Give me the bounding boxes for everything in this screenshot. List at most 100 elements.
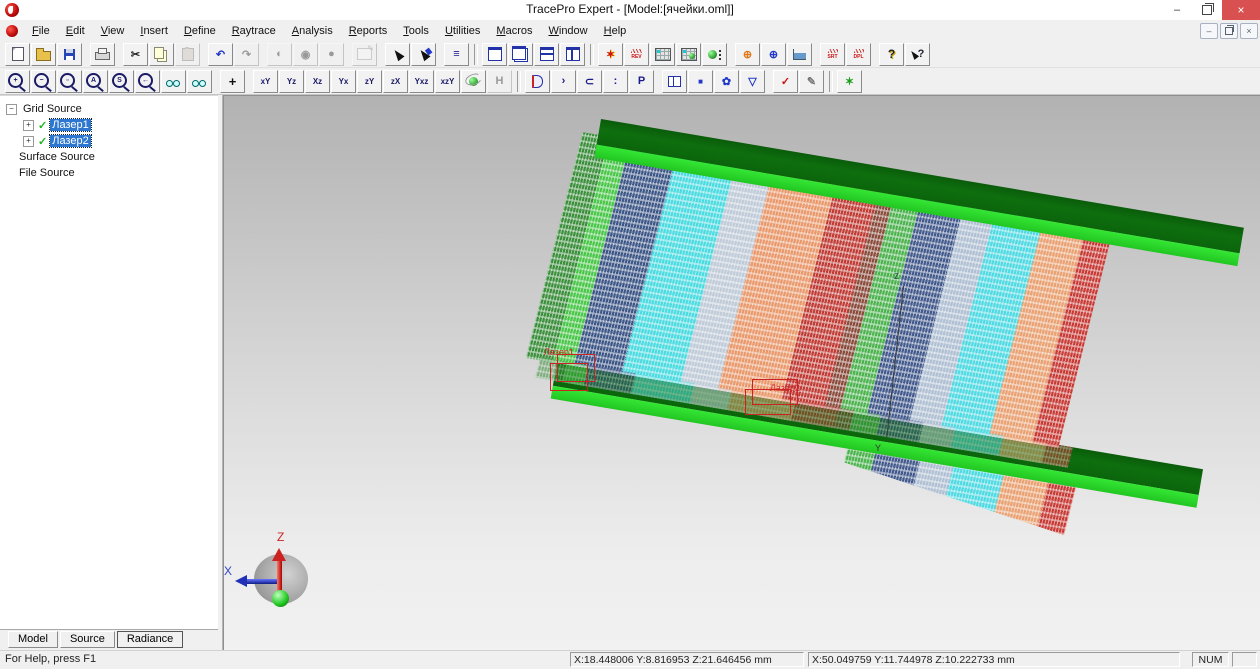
menu-raytrace[interactable]: Raytrace: [224, 23, 284, 39]
redo-button[interactable]: ↷: [234, 43, 259, 66]
render-cone-button[interactable]: ▽: [740, 70, 765, 93]
view-zy-button[interactable]: zY: [357, 70, 382, 93]
mirror-element-button[interactable]: ◉: [293, 43, 318, 66]
restore-button[interactable]: [1192, 0, 1222, 20]
cut-button[interactable]: ✂: [123, 43, 148, 66]
candela-plot-button[interactable]: ⊕: [735, 43, 760, 66]
zoom-previous-button[interactable]: ←: [135, 70, 160, 93]
view-yx-button[interactable]: Yx: [331, 70, 356, 93]
expand-icon[interactable]: +: [23, 120, 34, 131]
pan-button[interactable]: +: [220, 70, 245, 93]
tab-radiance[interactable]: Radiance: [117, 631, 183, 648]
mdi-minimize-button[interactable]: –: [1200, 23, 1218, 39]
laser1-source-box-back[interactable]: [550, 363, 588, 391]
sketch-button[interactable]: [352, 43, 377, 66]
menu-macros[interactable]: Macros: [488, 23, 540, 39]
collapse-icon[interactable]: −: [6, 104, 17, 115]
menu-edit[interactable]: Edit: [58, 23, 93, 39]
tree-item-лазер1[interactable]: + ✓Лазер1: [0, 117, 218, 133]
reverse-raytrace-button[interactable]: REV: [624, 43, 649, 66]
tree-item-label[interactable]: Grid Source: [21, 103, 84, 115]
view-iso-1-button[interactable]: Yxz: [409, 70, 434, 93]
menu-analysis[interactable]: Analysis: [284, 23, 341, 39]
orbit-view-button[interactable]: [461, 70, 486, 93]
menu-reports[interactable]: Reports: [341, 23, 396, 39]
view-h-button[interactable]: H: [487, 70, 512, 93]
new-file-button[interactable]: [5, 43, 30, 66]
menu-window[interactable]: Window: [540, 23, 595, 39]
polar-candela-button[interactable]: ⊕: [761, 43, 786, 66]
select-cursor-button[interactable]: [385, 43, 410, 66]
menu-file[interactable]: File: [24, 23, 58, 39]
tree-item-label[interactable]: File Source: [17, 167, 77, 179]
zoom-all-button[interactable]: A: [83, 70, 108, 93]
window-new-button[interactable]: [482, 43, 507, 66]
irradiance-map-button[interactable]: [650, 43, 675, 66]
tree-item-grid-source[interactable]: −Grid Source: [0, 101, 218, 117]
save-file-button[interactable]: [57, 43, 82, 66]
mdi-restore-button[interactable]: [1220, 23, 1238, 39]
tree-item-label[interactable]: Лазер2: [50, 135, 91, 147]
tree-item-surface-source[interactable]: Surface Source: [0, 149, 218, 165]
view-zx-button[interactable]: zX: [383, 70, 408, 93]
close-button[interactable]: ×: [1222, 0, 1260, 20]
title-bar[interactable]: TracePro Expert - [Model:[ячейки.oml]] –…: [0, 0, 1260, 20]
lens-element-button[interactable]: ◐: [267, 43, 292, 66]
zoom-selection-button[interactable]: S: [109, 70, 134, 93]
zoom-in-button[interactable]: +: [5, 70, 30, 93]
render-cylinder-button[interactable]: ⊂: [577, 70, 602, 93]
tree-item-лазер2[interactable]: + ✓Лазер2: [0, 133, 218, 149]
view-xy-button[interactable]: xY: [253, 70, 278, 93]
tree-item-label[interactable]: Лазер1: [50, 119, 91, 131]
render-section-button[interactable]: :: [603, 70, 628, 93]
expand-icon[interactable]: +: [23, 136, 34, 147]
raytrace-button[interactable]: ✶: [598, 43, 623, 66]
minimize-button[interactable]: –: [1162, 0, 1192, 20]
pick-cursor-button[interactable]: [411, 43, 436, 66]
view-xz-button[interactable]: Xz: [305, 70, 330, 93]
menu-utilities[interactable]: Utilities: [437, 23, 488, 39]
candela-options-button[interactable]: [787, 43, 812, 66]
undo-button[interactable]: ↶: [208, 43, 233, 66]
dpl-mode-button[interactable]: DPL: [846, 43, 871, 66]
view-repaint-button[interactable]: [187, 70, 212, 93]
tree-item-label[interactable]: Surface Source: [17, 151, 97, 163]
edit-pen-button[interactable]: ✎: [799, 70, 824, 93]
menu-define[interactable]: Define: [176, 23, 224, 39]
tree-item-file-source[interactable]: File Source: [0, 165, 218, 181]
view-yz-button[interactable]: Yz: [279, 70, 304, 93]
paste-button[interactable]: [175, 43, 200, 66]
solid-element-button[interactable]: ●: [319, 43, 344, 66]
apply-button[interactable]: ✓: [773, 70, 798, 93]
tab-model[interactable]: Model: [8, 631, 58, 648]
context-help-button[interactable]: ?: [905, 43, 930, 66]
model-viewport[interactable]: Лазер1 Лазер2 Z Y Z X: [223, 95, 1260, 650]
enabled-check-icon[interactable]: ✓: [38, 135, 47, 148]
trace-rays-button[interactable]: ✶: [837, 70, 862, 93]
render-point-button[interactable]: ■: [688, 70, 713, 93]
menu-insert[interactable]: Insert: [132, 23, 176, 39]
menu-help[interactable]: Help: [596, 23, 635, 39]
menu-tools[interactable]: Tools: [395, 23, 437, 39]
display-rays-button[interactable]: [702, 43, 727, 66]
render-profile-button[interactable]: P: [629, 70, 654, 93]
help-button[interactable]: ?: [879, 43, 904, 66]
view-iso-2-button[interactable]: xzY: [435, 70, 460, 93]
render-silhouette-button[interactable]: [525, 70, 550, 93]
copy-button[interactable]: [149, 43, 174, 66]
print-button[interactable]: [90, 43, 115, 66]
render-flower-button[interactable]: ✿: [714, 70, 739, 93]
notes-button[interactable]: ≡: [444, 43, 469, 66]
view-redraw-button[interactable]: [161, 70, 186, 93]
tab-source[interactable]: Source: [60, 631, 115, 648]
window-tile-vertical-button[interactable]: [560, 43, 585, 66]
open-file-button[interactable]: [31, 43, 56, 66]
zoom-window-button[interactable]: ▫: [57, 70, 82, 93]
render-solid-button[interactable]: [662, 70, 687, 93]
enabled-check-icon[interactable]: ✓: [38, 119, 47, 132]
mdi-close-button[interactable]: ×: [1240, 23, 1258, 39]
window-cascade-button[interactable]: [508, 43, 533, 66]
zoom-out-button[interactable]: −: [31, 70, 56, 93]
srt-mode-button[interactable]: SRT: [820, 43, 845, 66]
window-tile-horizontal-button[interactable]: [534, 43, 559, 66]
